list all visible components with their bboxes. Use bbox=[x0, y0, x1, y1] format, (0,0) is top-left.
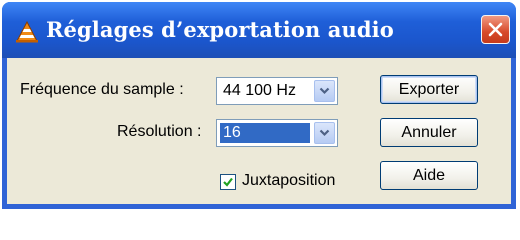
juxtaposition-label[interactable]: Juxtaposition bbox=[242, 172, 335, 190]
resolution-value: 16 bbox=[223, 124, 241, 141]
help-button[interactable]: Aide bbox=[380, 161, 478, 190]
checkmark-icon bbox=[223, 177, 233, 187]
close-icon bbox=[488, 22, 503, 37]
export-button[interactable]: Exporter bbox=[380, 75, 478, 104]
dialog-window: Réglages d’exportation audio Fréquence d… bbox=[2, 2, 516, 209]
sample-rate-label: Fréquence du sample : bbox=[20, 81, 184, 98]
sample-rate-value: 44 100 Hz bbox=[223, 82, 296, 99]
cancel-button[interactable]: Annuler bbox=[380, 118, 478, 147]
chevron-down-icon bbox=[319, 87, 330, 95]
window-title: Réglages d’exportation audio bbox=[46, 17, 394, 42]
title-bar[interactable]: Réglages d’exportation audio bbox=[2, 2, 516, 58]
juxtaposition-checkbox[interactable] bbox=[220, 174, 236, 190]
dialog-body: Fréquence du sample : 44 100 Hz Résoluti… bbox=[7, 58, 511, 204]
vlc-cone-icon bbox=[16, 21, 38, 43]
chevron-down-icon bbox=[319, 129, 330, 137]
resolution-select[interactable]: 16 bbox=[216, 119, 338, 147]
sample-rate-dropdown-button[interactable] bbox=[314, 80, 335, 102]
resolution-dropdown-button[interactable] bbox=[314, 122, 335, 144]
sample-rate-select[interactable]: 44 100 Hz bbox=[216, 77, 338, 105]
resolution-label: Résolution : bbox=[117, 123, 202, 140]
close-button[interactable] bbox=[481, 15, 510, 44]
